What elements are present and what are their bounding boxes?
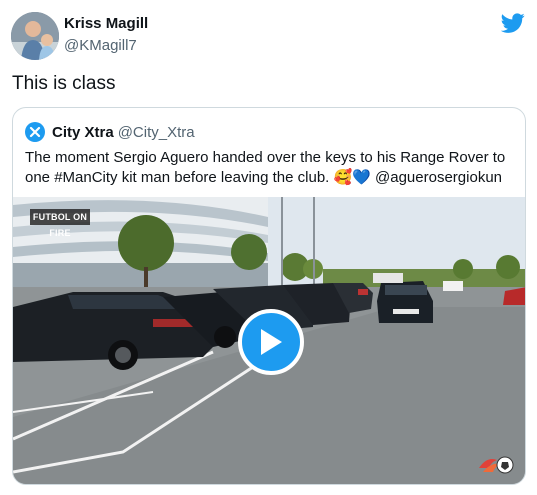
author-handle[interactable]: @KMagill7 [64, 37, 137, 54]
avatar[interactable] [11, 12, 59, 60]
city-xtra-logo-icon[interactable] [25, 122, 45, 142]
twitter-bird-icon[interactable] [501, 11, 525, 35]
author-name[interactable]: Kriss Magill [64, 15, 148, 32]
quoted-author-handle[interactable]: @City_Xtra [118, 124, 195, 141]
quoted-tweet-text: The moment Sergio Aguero handed over the… [25, 149, 506, 186]
quoted-tweet[interactable]: City Xtra @City_Xtra The moment Sergio A… [12, 107, 526, 485]
video-player[interactable]: FUTBOL ON FIRE [13, 197, 525, 484]
tweet-card: Kriss Magill @KMagill7 This is class Cit… [0, 0, 537, 495]
play-button[interactable] [238, 309, 304, 375]
quoted-tweet-header: City Xtra @City_Xtra [25, 122, 195, 142]
video-watermark: FUTBOL ON FIRE [30, 209, 90, 238]
play-icon [261, 329, 282, 355]
quoted-author-name[interactable]: City Xtra [52, 124, 114, 141]
tweet-text: This is class [12, 73, 116, 94]
fire-ball-logo-icon [479, 456, 514, 474]
